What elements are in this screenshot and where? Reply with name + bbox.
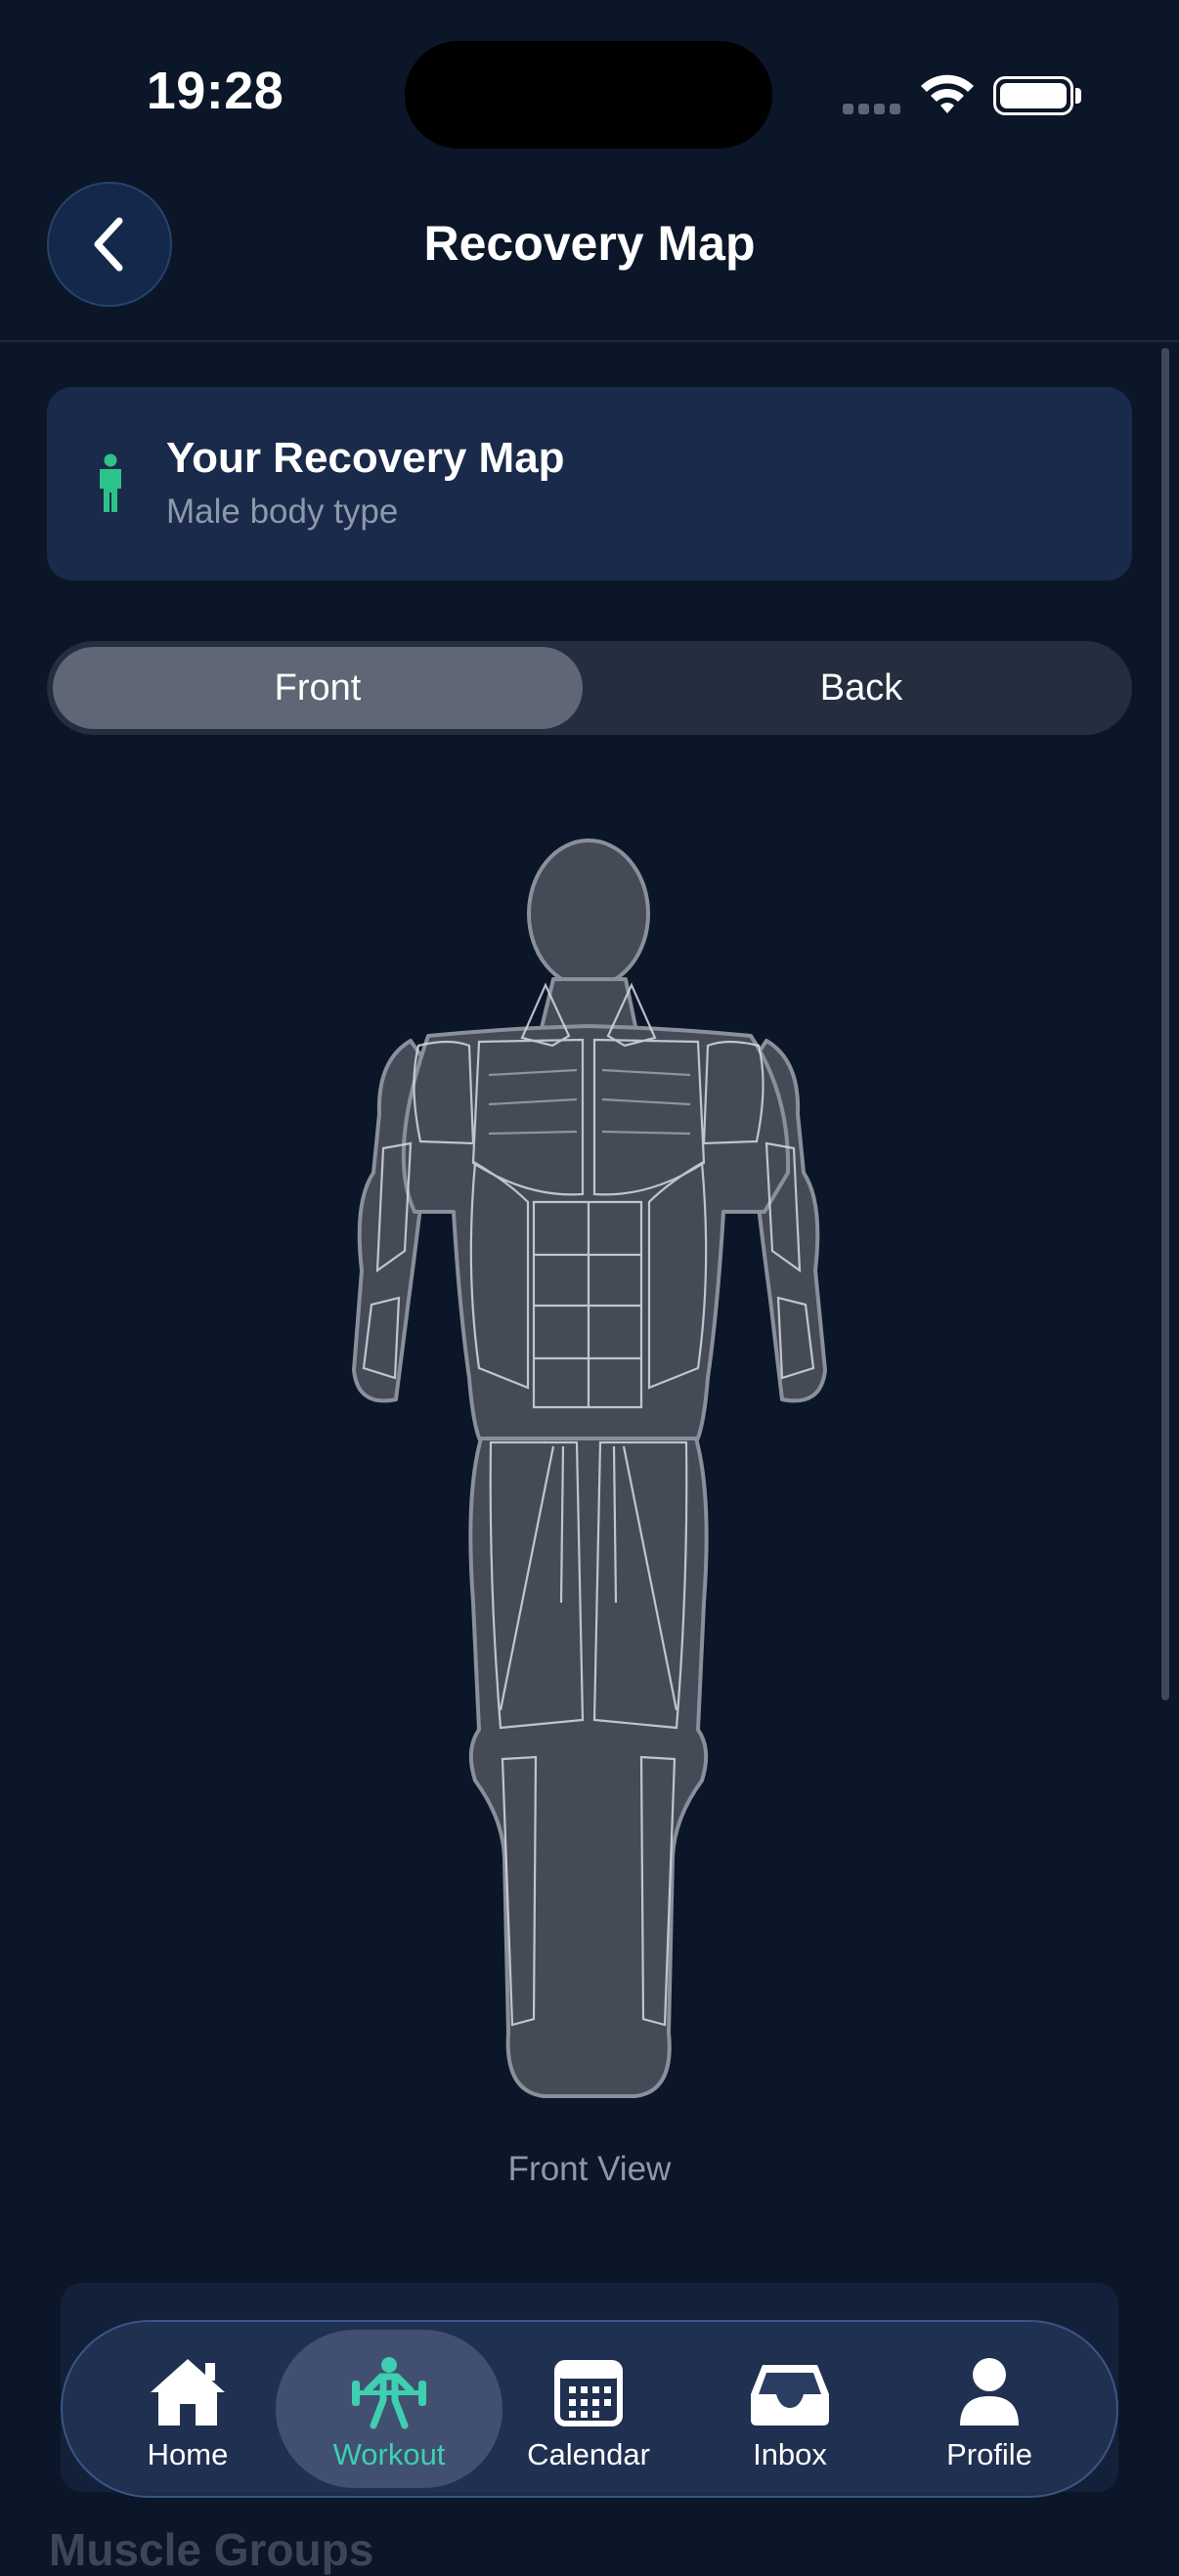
recovery-card-title: Your Recovery Map [166, 434, 565, 482]
workout-icon [352, 2357, 426, 2429]
page-title: Recovery Map [423, 216, 756, 271]
tab-profile[interactable]: Profile [892, 2330, 1087, 2488]
torso [401, 1024, 791, 1444]
battery-tip [1075, 88, 1081, 104]
body-figure-front[interactable] [342, 831, 831, 2111]
wifi-icon [921, 74, 974, 113]
dynamic-island [405, 41, 772, 149]
tab-calendar-label: Calendar [527, 2437, 650, 2471]
scrollbar[interactable] [1161, 348, 1169, 1700]
cellular-signal-icon [843, 102, 905, 119]
tab-home[interactable]: Home [90, 2330, 285, 2488]
back-button[interactable] [47, 182, 172, 307]
battery-icon [993, 76, 1073, 115]
legs [468, 1437, 709, 2098]
header-divider [0, 340, 1179, 342]
back-segment-button[interactable]: Back [596, 647, 1126, 729]
recovery-card-subtitle: Male body type [166, 493, 399, 531]
tab-inbox[interactable]: Inbox [692, 2330, 888, 2488]
head [527, 838, 650, 989]
chevron-left-icon [94, 217, 123, 272]
calendar-icon [554, 2360, 623, 2426]
tab-profile-label: Profile [946, 2437, 1032, 2471]
inbox-icon [751, 2365, 829, 2426]
recovery-info-card [47, 387, 1132, 580]
tab-workout[interactable]: Workout [276, 2330, 502, 2488]
tab-inbox-label: Inbox [753, 2437, 827, 2471]
front-segment-button[interactable]: Front [53, 647, 583, 729]
tab-calendar[interactable]: Calendar [491, 2330, 686, 2488]
home-icon [151, 2359, 225, 2426]
person-icon [100, 453, 121, 512]
view-caption: Front View [507, 2150, 672, 2188]
tab-workout-label: Workout [332, 2437, 446, 2471]
status-time: 19:28 [146, 62, 284, 120]
profile-icon [960, 2358, 1019, 2426]
tab-home-label: Home [147, 2437, 229, 2471]
section-title: Muscle Groups [49, 2524, 374, 2575]
